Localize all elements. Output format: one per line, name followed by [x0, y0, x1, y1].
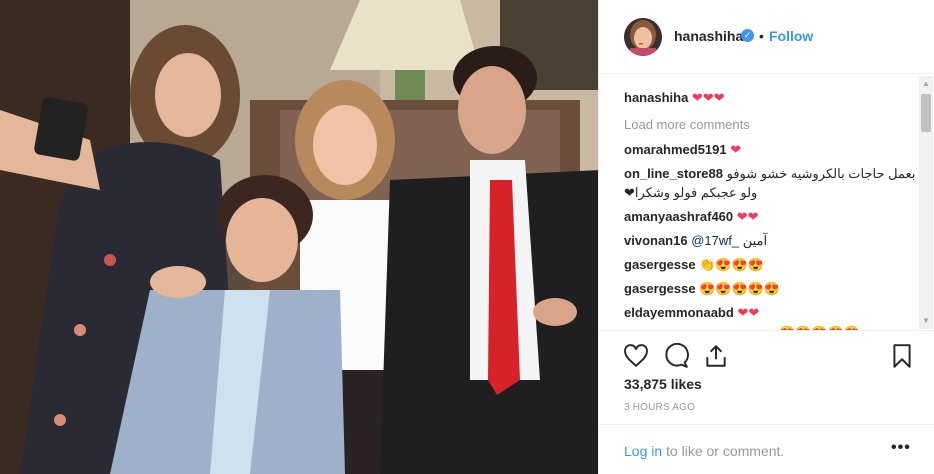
scroll-down-icon[interactable]: ▼ [919, 313, 933, 329]
caption: hanashiha ❤❤❤ [624, 90, 725, 106]
avatar-image [624, 18, 662, 56]
login-link[interactable]: Log in [624, 443, 662, 459]
verified-badge-icon: ✓ [741, 29, 754, 42]
caption-username[interactable]: hanashiha [624, 90, 688, 105]
load-more-comments-button[interactable]: Load more comments [624, 117, 750, 132]
comment-text: ❤❤ [737, 305, 760, 320]
comment-text: 👏😍😍😍 [699, 257, 764, 272]
likes-count[interactable]: 33,875 likes [624, 376, 702, 392]
more-options-icon[interactable]: ••• [891, 439, 911, 457]
comment-text: بعمل حاجات بالكروشيه خشو شوفو [726, 166, 916, 181]
comment-text: 😍😍😍😍😍 [699, 281, 781, 296]
comment-item: eldayemmonaabd ❤❤ [624, 305, 759, 321]
login-prompt: Log in to like or comment. [624, 443, 784, 459]
post-photo[interactable] [0, 0, 598, 474]
share-icon[interactable] [703, 343, 729, 369]
action-bar [599, 330, 934, 380]
comment-item: omarahmed5191 ❤ [624, 142, 741, 158]
bookmark-icon[interactable] [889, 343, 915, 369]
comment-username[interactable]: on_line_store88 [624, 166, 723, 181]
comment-username[interactable]: gasergesse [624, 257, 696, 272]
comment-text: ❤❤ [736, 209, 759, 224]
comment-text: آمين [742, 233, 768, 248]
comment-username[interactable]: omarahmed5191 [624, 142, 727, 157]
comment-item: gasergesse 😍😍😍😍😍 [624, 281, 780, 297]
follow-button[interactable]: Follow [769, 28, 813, 44]
comment-text-continued: ولو عجبكم فولو وشكرا❤ [624, 185, 758, 200]
comment-item: vivonan16 @17wf_ آمين [624, 233, 767, 249]
login-prompt-text: to like or comment. [662, 443, 785, 459]
comment-username[interactable]: eldayemmonaabd [624, 305, 734, 320]
caption-text: ❤❤❤ [691, 90, 725, 105]
instagram-post: hanashiha ✓ • Follow hanashiha ❤❤❤ Load … [0, 0, 934, 474]
comments-scrollbar[interactable]: ▲ ▼ [919, 76, 933, 329]
post-timestamp[interactable]: 3 HOURS AGO [624, 402, 695, 413]
author-username[interactable]: hanashiha [674, 28, 743, 44]
comment-username[interactable]: gasergesse [624, 281, 696, 296]
separator-dot: • [759, 28, 764, 44]
comment-username[interactable]: amanyaashraf460 [624, 209, 733, 224]
comments-list[interactable]: hanashiha ❤❤❤ Load more comments omarahm… [599, 75, 919, 330]
post-sidebar: hanashiha ✓ • Follow hanashiha ❤❤❤ Load … [598, 0, 934, 474]
family-selfie-image [0, 0, 598, 474]
comment-mention[interactable]: @17wf_ [691, 233, 739, 248]
heart-icon[interactable] [623, 343, 649, 369]
author-avatar[interactable] [624, 18, 662, 56]
post-header: hanashiha ✓ • Follow [599, 0, 934, 74]
comment-username[interactable]: vivonan16 [624, 233, 688, 248]
comment-text: ❤ [730, 142, 742, 157]
scrollbar-thumb[interactable] [921, 94, 931, 132]
comment-item: gasergesse 👏😍😍😍 [624, 257, 764, 273]
comment-icon[interactable] [663, 343, 689, 369]
scroll-up-icon[interactable]: ▲ [919, 76, 933, 92]
post-footer: Log in to like or comment. ••• [599, 424, 934, 474]
comment-item: amanyaashraf460 ❤❤ [624, 209, 759, 225]
comment-item: on_line_store88 بعمل حاجات بالكروشيه خشو… [624, 166, 915, 182]
